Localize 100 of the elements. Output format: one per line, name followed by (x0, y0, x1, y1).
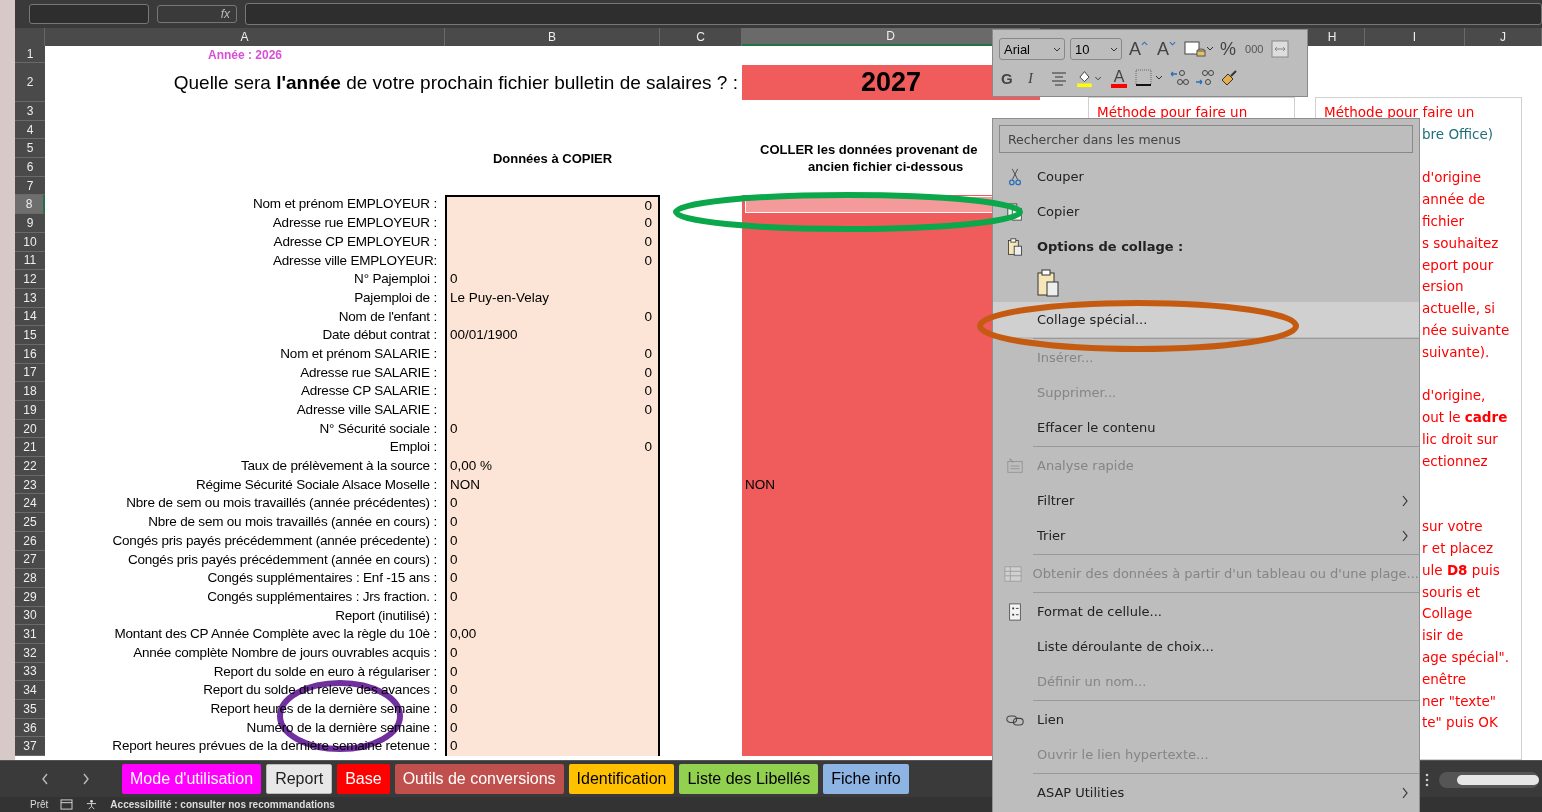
table-icon (1003, 564, 1022, 583)
menu-item[interactable]: ASAP Utilities (993, 775, 1419, 810)
formula-field[interactable] (245, 3, 1542, 25)
instruction-text: eport pour (1422, 255, 1494, 275)
paste-icon[interactable] (1037, 269, 1059, 297)
column-header[interactable]: B (445, 28, 660, 46)
sheet-tab[interactable]: Identification (568, 764, 675, 794)
row-header[interactable]: 2 (15, 63, 45, 102)
instruction-text: actuelle, si (1422, 299, 1496, 319)
field-label: Congés supplémentaires : Jrs fraction. : (206, 587, 438, 606)
field-label: Congés pris payés précédemment (année en cours) : (126, 550, 438, 569)
column-header[interactable]: A (45, 28, 445, 46)
row-header[interactable]: 18 (15, 382, 45, 401)
instruction-text: s souhaitez (1422, 233, 1499, 253)
status-text: Prêt (30, 799, 49, 810)
table-cell[interactable]: 0 (445, 270, 660, 289)
menu-item[interactable]: Lien (993, 702, 1419, 737)
chevron-left-icon[interactable] (40, 772, 50, 786)
menu-item[interactable]: Copier (993, 194, 1419, 229)
row-header[interactable]: 6 (15, 158, 45, 177)
font-color-button[interactable]: A (1109, 68, 1129, 88)
row-header[interactable]: 28 (15, 569, 45, 588)
thousands-button[interactable]: 000 (1243, 43, 1266, 55)
decrease-font-button[interactable]: A (1155, 38, 1179, 60)
table-cell[interactable]: 0 (445, 438, 660, 458)
table-cell[interactable]: 0 (445, 382, 660, 401)
font-select[interactable]: Arial (999, 38, 1065, 60)
row-header[interactable]: 9 (15, 214, 45, 233)
sheet-tab[interactable]: Fiche info (823, 764, 909, 794)
chevron-right-icon[interactable] (81, 772, 91, 786)
field-label: N° Sécurité sociale : (318, 419, 438, 438)
table-cell[interactable]: 0,00 % (445, 457, 660, 476)
accessibility-icon[interactable] (85, 799, 99, 810)
table-cell[interactable]: 0 (445, 569, 660, 588)
menu-item[interactable]: Couper (993, 159, 1419, 194)
sheet-tab[interactable]: Liste des Libellés (679, 764, 819, 794)
table-cell[interactable]: 0 (445, 700, 660, 719)
name-box[interactable] (29, 4, 149, 24)
table-cell[interactable]: 0 (445, 681, 660, 700)
horizontal-scrollbar[interactable] (1439, 772, 1539, 788)
column-heading: ancien fichier ci-dessous (807, 159, 965, 175)
merge-cells-icon[interactable] (1270, 39, 1291, 59)
bold-button[interactable]: G (999, 69, 1021, 87)
increase-decimal-icon[interactable] (1169, 68, 1189, 88)
instruction-text: lic droit sur (1422, 429, 1498, 449)
row-header[interactable]: 25 (15, 513, 45, 532)
row-header[interactable]: 31 (15, 625, 45, 644)
row-header[interactable]: 35 (15, 700, 45, 719)
table-cell[interactable]: 0 (445, 494, 660, 514)
row-header[interactable]: 34 (15, 681, 45, 700)
increase-font-button[interactable]: A (1127, 38, 1150, 60)
row-header[interactable]: 24 (15, 494, 45, 514)
field-label: Adresse ville SALARIE : (295, 401, 438, 419)
row-header[interactable]: 15 (15, 326, 45, 345)
menu-item[interactable]: Options de collage : (993, 229, 1419, 264)
column-header[interactable]: I (1365, 28, 1465, 46)
question-text: Quelle sera l'année de votre prochain fichier bulletin de salaires ? : (172, 71, 739, 95)
instruction-text: enêtre (1422, 669, 1467, 689)
table-cell[interactable]: 0 (445, 737, 660, 757)
menu-item[interactable]: Liste déroulante de choix... (993, 629, 1419, 664)
format-painter-icon[interactable] (1219, 68, 1239, 88)
table-cell[interactable]: 0 (445, 513, 660, 532)
sheet-tab[interactable]: Outils de conversions (394, 764, 564, 794)
percent-button[interactable]: % (1218, 38, 1239, 60)
accessibility-status[interactable]: Accessibilité : consulter nos recommandations (110, 799, 335, 810)
sheet-tab[interactable]: Report (266, 764, 333, 794)
menu-search-field[interactable]: Rechercher dans les menus (999, 125, 1413, 153)
table-cell[interactable]: 00/01/1900 (445, 326, 660, 345)
menu-item[interactable]: Format de cellule... (993, 594, 1419, 629)
row-header[interactable]: 3 (15, 102, 45, 121)
table-cell[interactable]: 0 (445, 401, 660, 420)
field-label: Adresse rue SALARIE : (299, 363, 438, 382)
table-cell[interactable]: 0 (445, 214, 660, 233)
row-header[interactable]: 1 (15, 46, 45, 63)
row-header[interactable]: 22 (15, 457, 45, 476)
table-cell[interactable]: 0 (445, 195, 660, 215)
instruction-text: ersion (1422, 277, 1464, 297)
more-icon[interactable] (1425, 772, 1429, 788)
column-header[interactable]: J (1465, 28, 1542, 46)
row-header[interactable]: 19 (15, 401, 45, 420)
sheet-tab[interactable]: Base (337, 764, 390, 794)
row-header[interactable]: 21 (15, 438, 45, 458)
row-header[interactable]: 12 (15, 270, 45, 289)
fill-color-icon[interactable] (1074, 68, 1104, 88)
row-header[interactable]: 37 (15, 737, 45, 757)
select-all-corner[interactable] (15, 28, 45, 46)
number-format-icon[interactable] (1183, 39, 1214, 59)
menu-item[interactable]: Trier (993, 518, 1419, 553)
function-button[interactable]: fx (157, 5, 237, 23)
instruction-text: souris et (1422, 582, 1481, 602)
menu-item[interactable]: Effacer le contenu (993, 410, 1419, 445)
table-cell[interactable]: 0,00 (445, 625, 660, 644)
borders-icon[interactable] (1134, 68, 1164, 88)
row-header[interactable]: 5 (15, 139, 45, 159)
decrease-decimal-icon[interactable] (1194, 68, 1214, 88)
copy-icon (1006, 202, 1024, 221)
row-header[interactable]: 8 (15, 195, 45, 215)
sheet-view-icon[interactable] (60, 799, 74, 810)
font-select[interactable]: 10 (1070, 38, 1122, 60)
column-header[interactable]: C (660, 28, 742, 46)
